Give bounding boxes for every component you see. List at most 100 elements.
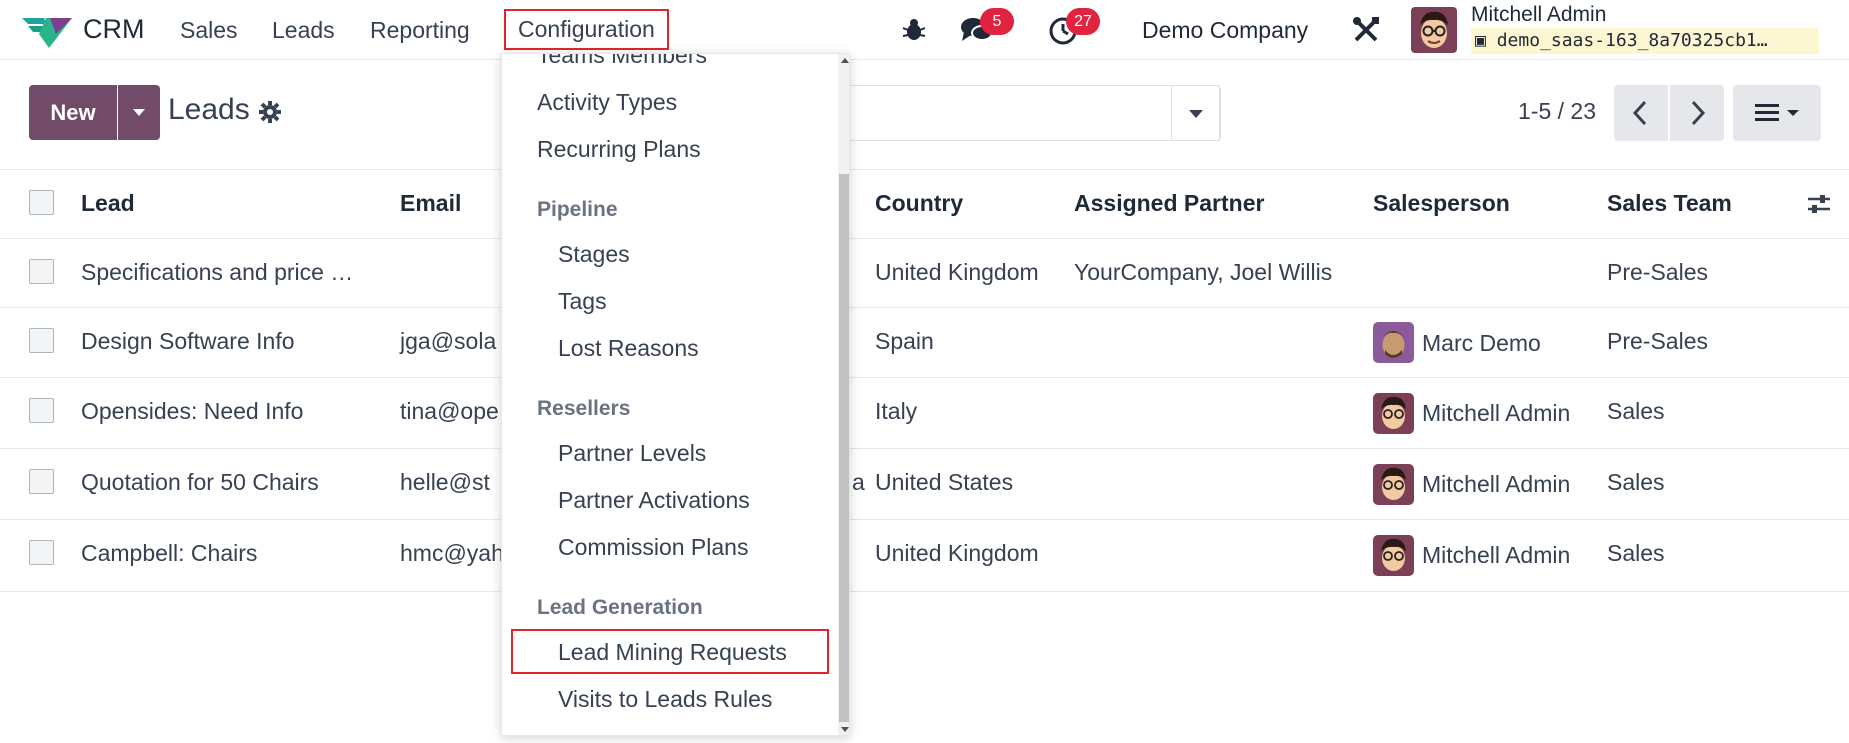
row-divider — [0, 307, 1849, 308]
lead-email: helle@st — [400, 469, 490, 495]
new-button[interactable]: New — [29, 85, 117, 140]
row-checkbox[interactable] — [29, 328, 54, 353]
section-header-resellers: Resellers — [537, 397, 631, 420]
optional-columns-sliders-icon[interactable] — [1806, 191, 1832, 217]
section-header-pipeline: Pipeline — [537, 198, 618, 221]
pager-value[interactable]: 1-5 / 23 — [1518, 98, 1596, 125]
list-view-icon — [1755, 104, 1799, 121]
user-name[interactable]: Mitchell Admin — [1471, 3, 1606, 27]
salesperson-avatar-icon — [1373, 464, 1414, 505]
pager-previous-button[interactable] — [1614, 85, 1668, 141]
configuration-dropdown-menu: Teams Members Activity Types Recurring P… — [501, 53, 850, 736]
database-icon: ▣ — [1475, 30, 1486, 51]
row-divider — [0, 591, 1849, 592]
lead-sales-team: Pre-Sales — [1607, 259, 1708, 285]
lead-salesperson: Mitchell Admin — [1422, 542, 1571, 568]
row-checkbox[interactable] — [29, 540, 54, 565]
row-checkbox[interactable] — [29, 259, 54, 284]
top-navbar: CRM Sales Leads Reporting Configuration … — [0, 0, 1849, 60]
search-input[interactable] — [820, 85, 1220, 141]
menu-item-activity-types[interactable]: Activity Types — [537, 89, 677, 116]
salesperson-avatar — [1373, 393, 1414, 434]
lead-sales-team: Sales — [1607, 469, 1665, 495]
user-avatar-icon — [1411, 7, 1457, 53]
row-divider — [0, 238, 1849, 239]
messages-count-badge: 5 — [980, 8, 1014, 35]
salesperson-avatar — [1373, 322, 1414, 363]
menu-item-commission-plans[interactable]: Commission Plans — [558, 534, 748, 561]
menu-item-partner-activations[interactable]: Partner Activations — [558, 487, 750, 514]
col-header-lead[interactable]: Lead — [81, 190, 135, 217]
col-header-country[interactable]: Country — [875, 190, 963, 217]
menu-leads[interactable]: Leads — [272, 17, 335, 44]
lead-column-tail: a — [852, 469, 865, 495]
row-divider — [0, 448, 1849, 449]
lead-email: hmc@yah — [400, 540, 504, 566]
col-header-salesperson[interactable]: Salesperson — [1373, 190, 1510, 217]
salesperson-avatar — [1373, 464, 1414, 505]
chevron-left-icon — [1632, 100, 1647, 126]
debug-bug-icon[interactable] — [900, 16, 928, 44]
menu-item-visits-to-leads-rules[interactable]: Visits to Leads Rules — [558, 686, 772, 713]
col-header-email[interactable]: Email — [400, 190, 461, 217]
search-options-toggle[interactable] — [1171, 85, 1221, 141]
menu-item-tags[interactable]: Tags — [558, 288, 607, 315]
lead-country: Italy — [875, 398, 918, 424]
lead-sales-team: Pre-Sales — [1607, 328, 1708, 354]
lead-name[interactable]: Quotation for 50 Chairs — [81, 469, 319, 496]
lead-assigned-partner: YourCompany, Joel Willis — [1074, 259, 1333, 285]
app-name[interactable]: CRM — [83, 14, 145, 45]
lead-country: United Kingdom — [875, 259, 1039, 285]
row-divider — [0, 377, 1849, 378]
lead-name[interactable]: Campbell: Chairs — [81, 540, 257, 567]
lead-salesperson: Marc Demo — [1422, 330, 1541, 356]
menu-sales[interactable]: Sales — [180, 17, 238, 44]
salesperson-avatar-icon — [1373, 535, 1414, 576]
lead-salesperson: Mitchell Admin — [1422, 471, 1571, 497]
pager-next-button[interactable] — [1670, 85, 1724, 141]
menu-item-teams-members[interactable]: Teams Members — [537, 54, 707, 69]
crm-logo-icon[interactable] — [22, 14, 72, 48]
salesperson-avatar — [1373, 535, 1414, 576]
lead-country: United States — [875, 469, 1014, 495]
lead-name[interactable]: Opensides: Need Info — [81, 398, 303, 425]
row-divider — [0, 519, 1849, 520]
menu-item-lead-mining-requests[interactable]: Lead Mining Requests — [558, 639, 787, 666]
activities-count-badge: 27 — [1066, 8, 1100, 35]
user-avatar[interactable] — [1411, 7, 1457, 53]
col-header-sales-team[interactable]: Sales Team — [1607, 190, 1732, 217]
col-header-assigned-partner[interactable]: Assigned Partner — [1074, 190, 1264, 217]
salesperson-avatar-icon — [1373, 393, 1414, 434]
menu-item-lost-reasons[interactable]: Lost Reasons — [558, 335, 699, 362]
select-all-checkbox[interactable] — [29, 190, 54, 215]
lead-name[interactable]: Specifications and price … — [81, 259, 353, 286]
row-checkbox[interactable] — [29, 398, 54, 423]
menu-item-stages[interactable]: Stages — [558, 241, 630, 268]
dropdown-scrollbar[interactable] — [838, 54, 849, 735]
scroll-down-arrow-icon[interactable] — [841, 727, 849, 732]
menu-reporting[interactable]: Reporting — [370, 17, 470, 44]
settings-gear-icon[interactable] — [258, 100, 282, 124]
database-name-text: demo_saas-163_8a70325cb1… — [1496, 30, 1768, 51]
scroll-up-arrow-icon[interactable] — [841, 58, 849, 63]
row-checkbox[interactable] — [29, 469, 54, 494]
lead-sales-team: Sales — [1607, 398, 1665, 424]
menu-item-recurring-plans[interactable]: Recurring Plans — [537, 136, 701, 163]
view-switcher-button[interactable] — [1733, 85, 1821, 141]
salesperson-avatar-icon — [1373, 322, 1414, 363]
new-dropdown-toggle[interactable] — [118, 85, 160, 140]
chevron-right-icon — [1691, 100, 1706, 126]
lead-country: Spain — [875, 328, 934, 354]
page-title: Leads — [168, 93, 250, 126]
lead-country: United Kingdom — [875, 540, 1039, 566]
lead-email: jga@sola — [400, 328, 497, 354]
lead-name[interactable]: Design Software Info — [81, 328, 295, 355]
tools-icon[interactable] — [1352, 16, 1380, 44]
company-switcher[interactable]: Demo Company — [1142, 17, 1308, 44]
lead-email: tina@ope — [400, 398, 499, 424]
menu-configuration[interactable]: Configuration — [504, 9, 669, 50]
list-top-border — [0, 169, 1849, 170]
section-header-lead-generation: Lead Generation — [537, 596, 703, 619]
scrollbar-thumb[interactable] — [839, 174, 849, 722]
menu-item-partner-levels[interactable]: Partner Levels — [558, 440, 706, 467]
